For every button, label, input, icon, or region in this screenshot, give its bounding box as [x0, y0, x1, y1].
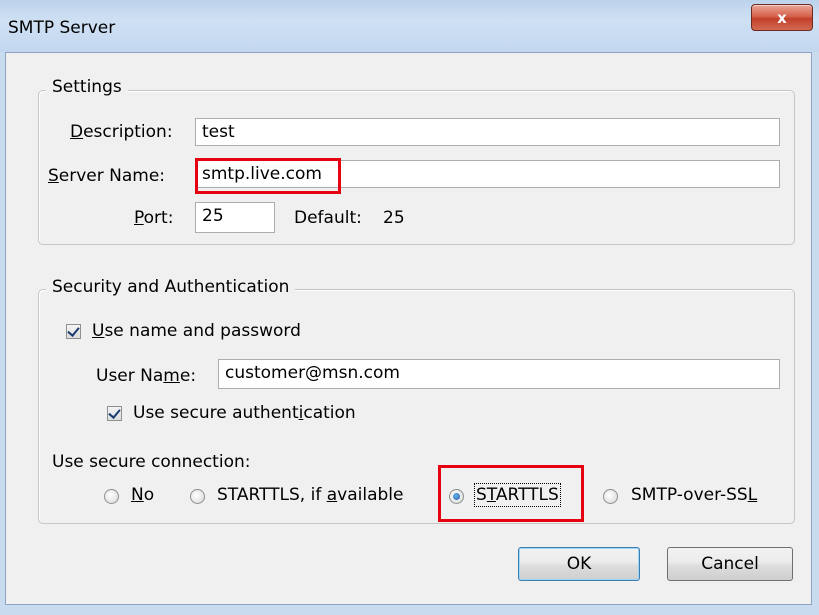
- radio-starttls-label[interactable]: STARTTLS: [474, 483, 561, 507]
- default-label: Default:: [294, 208, 362, 228]
- cancel-button[interactable]: Cancel: [667, 547, 793, 581]
- window-frame-right: [812, 52, 819, 615]
- user-name-label: User Name:: [96, 366, 197, 386]
- default-value: 25: [383, 208, 405, 228]
- server-name-highlight: [195, 158, 341, 194]
- description-label: Description:: [70, 122, 173, 142]
- use-name-password-checkbox[interactable]: [66, 324, 81, 339]
- radio-smtp-over-ssl[interactable]: [603, 489, 618, 504]
- radio-starttls[interactable]: [449, 489, 464, 504]
- radio-starttls-if-available-label[interactable]: STARTTLS, if available: [217, 485, 403, 505]
- radio-starttls-if-available[interactable]: [190, 489, 205, 504]
- use-name-password-label[interactable]: Use name and password: [92, 321, 301, 341]
- close-icon: x: [777, 8, 787, 27]
- radio-no-label[interactable]: No: [131, 485, 154, 505]
- title-bar: SMTP Server x: [0, 0, 819, 52]
- radio-no[interactable]: [104, 489, 119, 504]
- secure-connection-label: Use secure connection:: [52, 452, 251, 472]
- window-frame-bottom: [0, 605, 819, 615]
- secure-auth-label[interactable]: Use secure authentication: [133, 403, 356, 423]
- port-field[interactable]: 25: [195, 202, 275, 233]
- secure-auth-checkbox[interactable]: [107, 406, 122, 421]
- ok-button[interactable]: OK: [518, 547, 640, 581]
- port-label: Port:: [134, 208, 174, 228]
- ok-button-label: OK: [566, 554, 592, 574]
- security-legend: Security and Authentication: [46, 277, 296, 297]
- server-name-label: Server Name:: [48, 166, 166, 186]
- close-button[interactable]: x: [751, 4, 813, 31]
- radio-smtp-over-ssl-label[interactable]: SMTP-over-SSL: [631, 485, 757, 505]
- cancel-button-label: Cancel: [701, 554, 759, 574]
- settings-legend: Settings: [46, 77, 128, 97]
- window-title: SMTP Server: [8, 18, 116, 38]
- user-name-field[interactable]: customer@msn.com: [218, 359, 780, 389]
- description-field[interactable]: test: [195, 118, 780, 146]
